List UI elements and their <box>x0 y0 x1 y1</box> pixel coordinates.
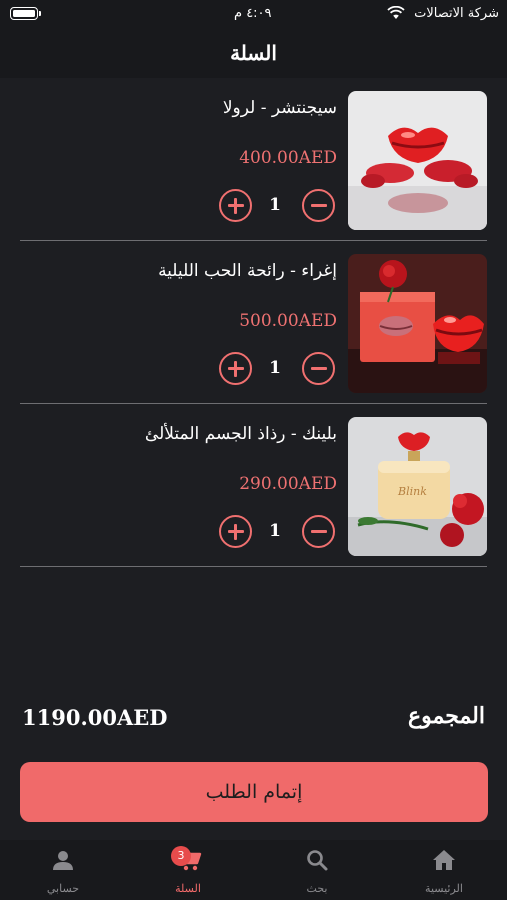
cart-badge: 3 <box>171 846 191 866</box>
carrier-name: شركة الاتصالات <box>414 6 499 21</box>
status-bar: ٤:٠٩ م شركة الاتصالات <box>0 0 507 30</box>
tab-label: السلة <box>175 882 201 895</box>
increase-quantity-button[interactable] <box>219 515 252 548</box>
cart-item: سيجنتشر - لرولا 400.00AED 1 <box>20 78 487 241</box>
wifi-icon <box>387 6 405 19</box>
increase-quantity-button[interactable] <box>219 189 252 222</box>
tab-cart[interactable]: 3 السلة <box>148 840 228 900</box>
tab-search[interactable]: بحث <box>277 840 357 900</box>
product-price: 290.00AED <box>239 474 337 494</box>
product-name: بلينك - رذاذ الجسم المتلألئ <box>144 424 337 444</box>
total-value: 1190.00AED <box>22 705 168 730</box>
total-label: المجموع <box>408 703 485 729</box>
tab-bar: حسابي 3 السلة بحث الرئيسية <box>0 840 507 900</box>
battery-icon <box>10 7 41 20</box>
checkout-label: إتمام الطلب <box>205 781 303 803</box>
decrease-quantity-button[interactable] <box>302 352 335 385</box>
quantity-stepper: 1 <box>215 189 335 223</box>
svg-text:Blink: Blink <box>397 485 427 498</box>
home-icon <box>433 850 455 870</box>
product-name: سيجنتشر - لرولا <box>222 98 337 118</box>
cart-item: إغراء - رائحة الحب الليلية 500.00AED 1 <box>20 241 487 404</box>
product-name: إغراء - رائحة الحب الليلية <box>158 261 337 281</box>
tab-label: حسابي <box>46 882 80 895</box>
tab-account[interactable]: حسابي <box>23 840 103 900</box>
cart-list: سيجنتشر - لرولا 400.00AED 1 إغراء - رائح… <box>0 78 507 567</box>
quantity-stepper: 1 <box>215 515 335 549</box>
tab-home[interactable]: الرئيسية <box>404 840 484 900</box>
tab-label: الرئيسية <box>425 882 463 895</box>
increase-quantity-button[interactable] <box>219 352 252 385</box>
checkout-button[interactable]: إتمام الطلب <box>20 762 488 822</box>
tab-label: بحث <box>306 882 328 895</box>
header: السلة <box>0 30 507 78</box>
decrease-quantity-button[interactable] <box>302 515 335 548</box>
product-image[interactable]: Blink <box>348 417 487 556</box>
quantity-value: 1 <box>269 358 281 378</box>
page-title: السلة <box>230 41 277 65</box>
quantity-stepper: 1 <box>215 352 335 386</box>
product-image[interactable] <box>348 91 487 230</box>
quantity-value: 1 <box>269 195 281 215</box>
status-time: ٤:٠٩ م <box>234 6 272 21</box>
product-image[interactable] <box>348 254 487 393</box>
product-price: 500.00AED <box>239 311 337 331</box>
search-icon <box>307 850 328 871</box>
decrease-quantity-button[interactable] <box>302 189 335 222</box>
person-icon <box>53 851 73 870</box>
quantity-value: 1 <box>269 521 281 541</box>
cart-item: Blink بلينك - رذاذ الجسم المتلألئ 290.00… <box>20 404 487 567</box>
product-price: 400.00AED <box>239 148 337 168</box>
